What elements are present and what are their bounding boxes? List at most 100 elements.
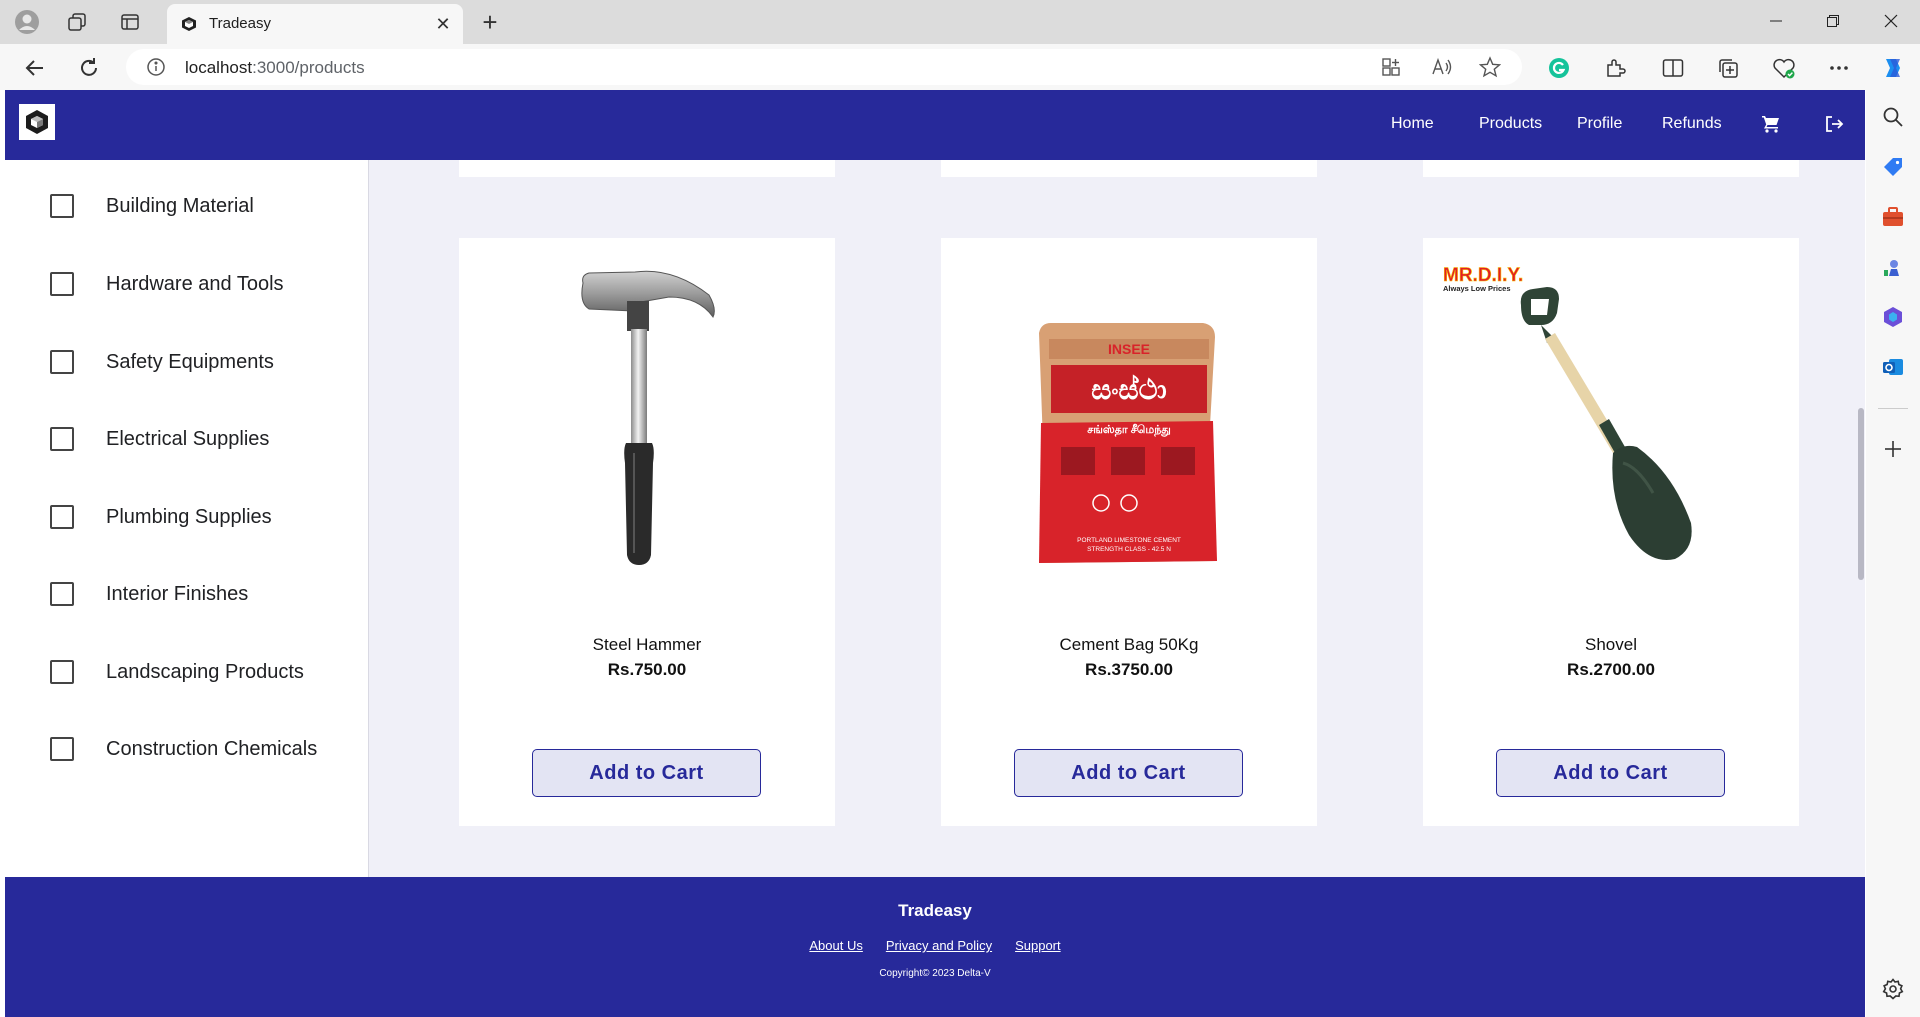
product-price: Rs.2700.00 [1567,660,1655,679]
scrollbar-thumb[interactable] [1858,408,1864,580]
browser-tab-bar: Tradeasy ✕ + [0,0,1920,44]
profile-icon[interactable] [13,8,41,36]
nav-home-link[interactable]: Home [1391,115,1434,133]
category-checkbox[interactable] [50,582,74,606]
product-price: Rs.3750.00 [1085,660,1173,679]
category-label: Interior Finishes [106,583,249,605]
read-aloud-icon[interactable] [1430,55,1454,79]
category-checkbox[interactable] [50,505,74,529]
category-label: Construction Chemicals [106,738,318,760]
cement-tamil-text: சங்ஸ்தா சீமெந்து [1087,423,1171,437]
category-checkbox[interactable] [50,194,74,218]
category-hardware-and-tools[interactable]: Hardware and Tools [50,269,284,299]
minimize-icon[interactable] [1753,6,1799,36]
tab-actions-icon[interactable] [116,8,144,36]
category-landscaping-products[interactable]: Landscaping Products [50,657,304,687]
nav-refunds-link[interactable]: Refunds [1662,115,1722,133]
favorite-star-icon[interactable] [1478,55,1502,79]
grammarly-icon[interactable] [1544,53,1574,83]
footer-links: About Us Privacy and Policy Support [5,938,1865,953]
product-name: Cement Bag 50Kg [1059,635,1199,654]
tradeasy-logo-icon[interactable] [19,104,55,140]
product-card-steel-hammer: Steel Hammer Rs.750.00 Add to Cart [459,238,835,826]
footer-title: Tradeasy [898,901,972,920]
games-icon[interactable] [1878,252,1908,282]
app-available-icon[interactable] [1379,55,1403,79]
address-bar[interactable]: localhost:3000/products [126,49,1522,85]
app-header: Home Products Profile Refunds [5,90,1865,160]
footer-copyright: Copyright© 2023 Delta-V [879,968,991,979]
category-interior-finishes[interactable]: Interior Finishes [50,579,248,609]
browser-essentials-icon[interactable] [1769,53,1799,83]
product-name: Shovel [1585,635,1637,654]
category-building-material[interactable]: Building Material [50,191,254,221]
category-label: Hardware and Tools [106,273,284,295]
new-tab-icon[interactable]: + [476,7,504,37]
extensions-icon[interactable] [1600,53,1630,83]
footer-about-us-link[interactable]: About Us [809,938,862,953]
url-text[interactable]: localhost:3000/products [185,58,365,78]
browser-toolbar: localhost:3000/products [0,44,1920,90]
add-sidebar-app-icon[interactable] [1878,434,1908,464]
add-to-cart-button[interactable]: Add to Cart [1014,749,1243,797]
cement-bag-image: INSEE සංස්ථා சங்ஸ்தா சீமெந்து PORTLAND L… [1039,323,1217,563]
cement-sinhala-text: සංස්ථා [1091,374,1167,405]
workspaces-icon[interactable] [63,8,91,36]
nav-profile-link[interactable]: Profile [1577,115,1622,133]
sidebar-settings-gear-icon[interactable] [1878,974,1908,1004]
search-icon[interactable] [1878,102,1908,132]
reload-icon[interactable] [74,53,104,83]
steel-hammer-image [581,270,715,565]
category-checkbox[interactable] [50,350,74,374]
category-electrical-supplies[interactable]: Electrical Supplies [50,424,269,454]
close-window-icon[interactable] [1868,6,1914,36]
logout-icon[interactable] [1822,112,1846,136]
mrdiy-tagline-text: Always Low Prices [1443,284,1511,293]
category-checkbox[interactable] [50,427,74,451]
restore-icon[interactable] [1810,6,1856,36]
sidebar-divider [1878,408,1908,409]
tradeasy-favicon-icon [181,16,197,32]
product-card-previous-row [1423,160,1799,177]
product-price: Rs.750.00 [607,660,687,679]
cement-brand-text: INSEE [1108,341,1150,357]
microsoft-365-icon[interactable] [1878,302,1908,332]
category-label: Electrical Supplies [106,428,270,450]
close-tab-icon[interactable]: ✕ [431,12,455,36]
category-label: Landscaping Products [106,661,304,683]
page-scrollbar[interactable] [1855,160,1865,877]
category-plumbing-supplies[interactable]: Plumbing Supplies [50,502,272,532]
product-card-cement-bag: INSEE සංස්ථා சங்ஸ்தா சீமெந்து PORTLAND L… [941,238,1317,826]
tools-briefcase-icon[interactable] [1878,202,1908,232]
add-to-cart-button[interactable]: Add to Cart [532,749,761,797]
shovel-image: MR.D.I.Y. Always Low Prices [1443,265,1692,560]
category-checkbox[interactable] [50,737,74,761]
split-screen-icon[interactable] [1658,53,1688,83]
footer-privacy-policy-link[interactable]: Privacy and Policy [886,938,992,953]
category-filter-sidebar: Building Material Hardware and Tools Saf… [5,160,369,877]
mrdiy-logo-text: MR.D.I.Y. [1443,265,1523,286]
nav-products-link[interactable]: Products [1479,115,1542,133]
cart-icon[interactable] [1759,112,1783,136]
back-icon[interactable] [20,53,50,83]
shopping-tag-icon[interactable] [1878,152,1908,182]
category-construction-chemicals[interactable]: Construction Chemicals [50,734,317,764]
category-label: Safety Equipments [106,351,274,373]
collections-icon[interactable] [1713,53,1743,83]
category-label: Building Material [106,195,254,217]
category-checkbox[interactable] [50,272,74,296]
site-info-icon[interactable] [146,57,166,77]
product-card-shovel: MR.D.I.Y. Always Low Prices Shovel Rs.27… [1423,238,1799,826]
category-checkbox[interactable] [50,660,74,684]
category-safety-equipments[interactable]: Safety Equipments [50,347,274,377]
footer-support-link[interactable]: Support [1015,938,1061,953]
outlook-icon[interactable] [1878,352,1908,382]
product-card-previous-row [941,160,1317,177]
product-name: Steel Hammer [592,635,702,654]
add-to-cart-button[interactable]: Add to Cart [1496,749,1725,797]
browser-tab[interactable]: Tradeasy ✕ [167,4,463,44]
more-options-icon[interactable] [1824,53,1854,83]
cement-label-line2: STRENGTH CLASS - 42.5 N [1087,546,1171,553]
copilot-icon[interactable] [1878,53,1908,83]
tab-title: Tradeasy [209,15,271,32]
